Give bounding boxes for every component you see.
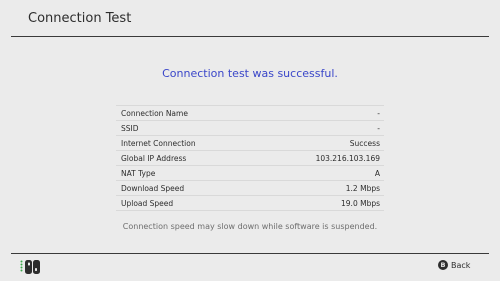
b-button-icon: B [438, 260, 448, 270]
result-value: Success [349, 138, 380, 148]
result-label: Internet Connection [121, 138, 196, 148]
result-row-nat-type: NAT Type A [116, 165, 384, 180]
result-label: NAT Type [121, 168, 156, 178]
result-row-download-speed: Download Speed 1.2 Mbps [116, 180, 384, 195]
back-button[interactable]: B Back [438, 260, 470, 270]
result-value: A [374, 168, 380, 178]
result-row-connection-name: Connection Name - [116, 105, 384, 120]
joycon-pair-icon [20, 260, 40, 274]
page-title: Connection Test [28, 11, 132, 26]
result-row-internet-connection: Internet Connection Success [116, 135, 384, 150]
back-label: Back [451, 260, 471, 270]
result-value: - [377, 123, 380, 133]
status-message: Connection test was successful. [162, 67, 338, 80]
results-table: Connection Name - SSID - Internet Connec… [116, 105, 384, 211]
result-value: - [377, 108, 380, 118]
result-row-upload-speed: Upload Speed 19.0 Mbps [116, 195, 384, 211]
header-divider [11, 36, 489, 37]
header-bar: Connection Test [0, 0, 500, 36]
result-label: Download Speed [121, 183, 185, 193]
result-label: SSID [121, 123, 139, 133]
result-label: Upload Speed [121, 198, 174, 208]
result-value: 103.216.103.169 [315, 153, 380, 163]
result-label: Global IP Address [121, 153, 187, 163]
result-row-global-ip: Global IP Address 103.216.103.169 [116, 150, 384, 165]
speed-note: Connection speed may slow down while sof… [122, 222, 378, 231]
footer-divider [11, 253, 489, 254]
result-row-ssid: SSID - [116, 120, 384, 135]
result-value: 1.2 Mbps [345, 183, 380, 193]
result-value: 19.0 Mbps [341, 198, 380, 208]
result-label: Connection Name [121, 108, 188, 118]
